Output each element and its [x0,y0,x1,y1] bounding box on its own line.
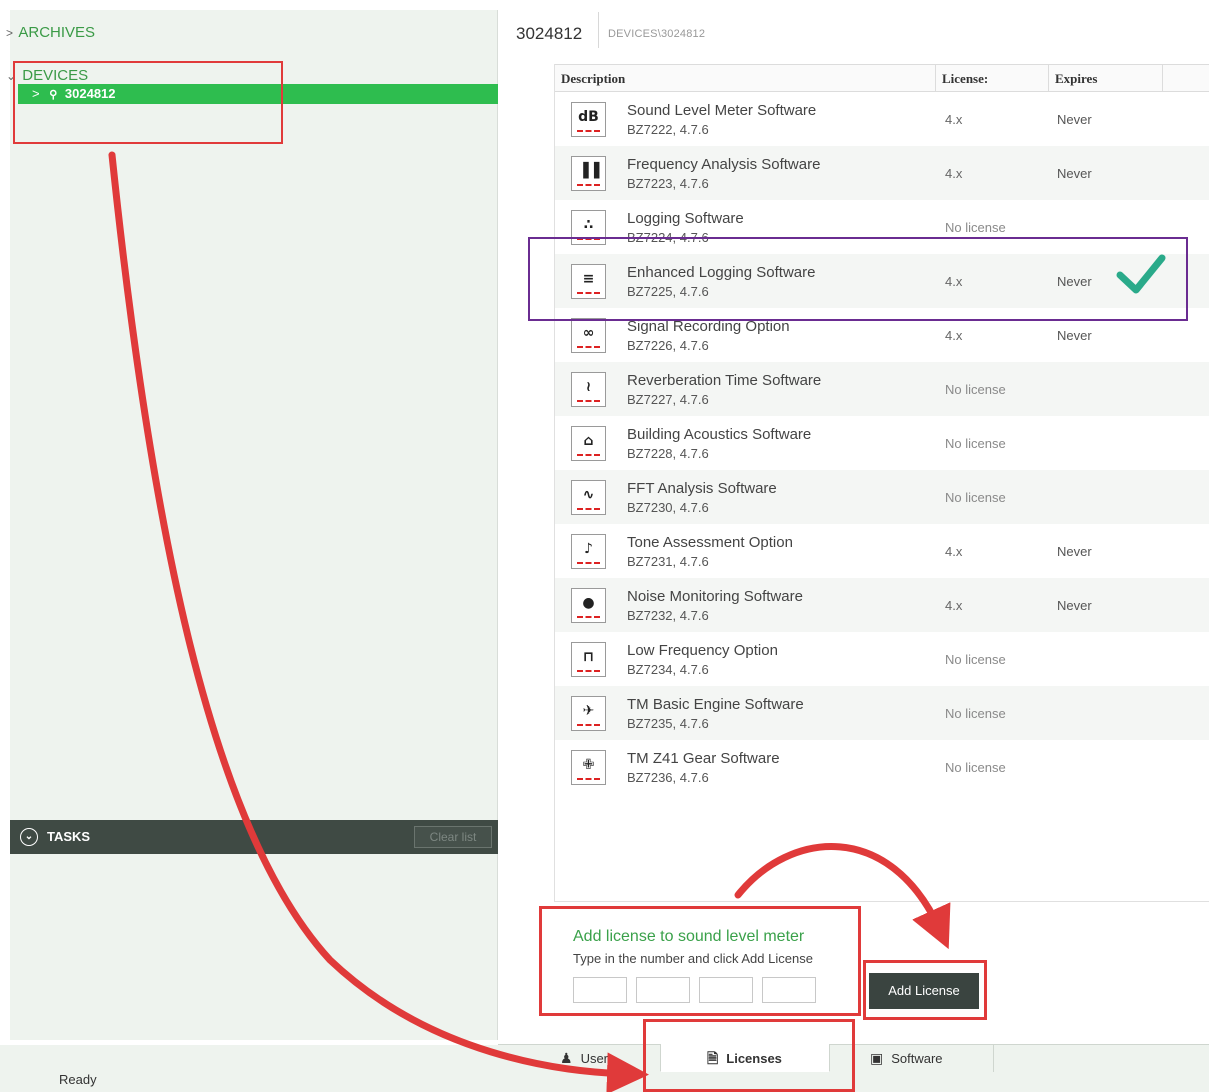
expand-tasks-icon[interactable]: ⌄ [20,828,38,846]
tasks-label: TASKS [47,829,91,844]
table-row[interactable]: ✙ TM Z41 Gear Software BZ7236, 4.7.6 No lic… [555,740,1209,794]
table-row[interactable]: ● Noise Monitoring Software BZ7232, 4.7.6 4… [555,578,1209,632]
annotation-box-add-license [539,906,861,1016]
row-code: BZ7230, 4.7.6 [627,500,709,515]
noise-monitor-icon: ● [571,588,606,623]
tape-recording-icon: ∞ [571,318,606,353]
row-name: Logging Software [627,210,744,227]
row-expires: Never [1057,598,1092,613]
table-row[interactable]: ≀ Reverberation Time Software BZ7227, 4.7.… [555,362,1209,416]
table-row[interactable]: ▐▐ Frequency Analysis Software BZ7223, 4.7… [555,146,1209,200]
tab-users-label: Users [580,1051,615,1066]
tab-software[interactable]: ▣ Software [834,1044,994,1072]
row-name: FFT Analysis Software [627,480,777,497]
clear-list-button[interactable]: Clear list [414,826,492,848]
tasks-bar: ⌄ TASKS Clear list [10,820,498,854]
row-code: BZ7232, 4.7.6 [627,608,709,623]
row-code: BZ7226, 4.7.6 [627,338,709,353]
row-expires: Never [1057,544,1092,559]
row-code: BZ7223, 4.7.6 [627,176,709,191]
row-code: BZ7222, 4.7.6 [627,122,709,137]
row-license: 4.x [945,112,963,127]
title-divider [598,12,599,48]
row-code: BZ7236, 4.7.6 [627,770,709,785]
annotation-box-devices [13,61,283,144]
tab-users[interactable]: ♟ Users [512,1044,662,1072]
row-license: No license [945,652,1006,667]
tab-software-label: Software [891,1051,943,1066]
row-expires: Never [1057,112,1092,127]
helicopter-icon: ✈ [571,696,606,731]
row-license: No license [945,382,1006,397]
navigation-panel [10,10,498,1040]
row-name: Low Frequency Option [627,642,778,659]
row-name: Sound Level Meter Software [627,102,817,119]
breadcrumb: DEVICES\3024812 [608,28,706,40]
row-license: 4.x [945,166,963,181]
table-body: dB Sound Level Meter Software BZ7222, 4.7.… [555,92,1209,794]
low-frequency-icon: ⊓ [571,642,606,677]
row-code: BZ7234, 4.7.6 [627,662,709,677]
table-row[interactable]: ⊓ Low Frequency Option BZ7234, 4.7.6 No lic… [555,632,1209,686]
column-header-license[interactable]: License: [936,65,1049,92]
frequency-bars-icon: ▐▐ [571,156,606,191]
row-code: BZ7227, 4.7.6 [627,392,709,407]
row-license: 4.x [945,544,963,559]
user-icon: ♟ [560,1050,573,1066]
row-license: No license [945,706,1006,721]
row-name: Reverberation Time Software [627,372,822,389]
annotation-box-licenses-tab [643,1019,855,1092]
row-name: TM Basic Engine Software [627,696,804,713]
row-license: No license [945,436,1006,451]
tree-item-archives-label: ARCHIVES [18,24,96,41]
music-note-icon: ♪ [571,534,606,569]
row-license: No license [945,220,1006,235]
row-expires: Never [1057,328,1092,343]
row-license: 4.x [945,328,963,343]
row-license: No license [945,490,1006,505]
row-license: 4.x [945,598,963,613]
row-license: No license [945,760,1006,775]
annotation-box-add-button [863,960,987,1020]
page-title: 3024812 [516,24,583,43]
row-name: Frequency Analysis Software [627,156,821,173]
column-header-expires[interactable]: Expires [1049,65,1163,92]
chevron-right-icon: > [6,26,14,40]
software-icon: ▣ [870,1050,884,1066]
row-code: BZ7231, 4.7.6 [627,554,709,569]
row-expires: Never [1057,166,1092,181]
table-row[interactable]: ⌂ Building Acoustics Software BZ7228, 4.7.… [555,416,1209,470]
column-header-description[interactable]: Description [555,65,936,92]
status-text: Ready [59,1072,97,1087]
annotation-box-enhanced-logging [528,237,1188,321]
table-row[interactable]: ♪ Tone Assessment Option BZ7231, 4.7.6 4.x N… [555,524,1209,578]
row-code: BZ7228, 4.7.6 [627,446,709,461]
license-table: Description License: Expires dB Sound Lev… [554,64,1209,902]
row-name: Tone Assessment Option [627,534,793,551]
helicopter-gear-icon: ✙ [571,750,606,785]
table-row[interactable]: ✈ TM Basic Engine Software BZ7235, 4.7.6 No… [555,686,1209,740]
table-row[interactable]: ∿ FFT Analysis Software BZ7230, 4.7.6 No li… [555,470,1209,524]
table-header: Description License: Expires [555,64,1209,92]
row-name: Building Acoustics Software [627,426,812,443]
row-name: TM Z41 Gear Software [627,750,780,767]
tree-item-archives[interactable]: > ARCHIVES [6,24,95,41]
reverberation-icon: ≀ [571,372,606,407]
db-icon: dB [571,102,606,137]
table-row[interactable]: dB Sound Level Meter Software BZ7222, 4.7.… [555,92,1209,146]
row-name: Noise Monitoring Software [627,588,803,605]
row-code: BZ7235, 4.7.6 [627,716,709,731]
house-icon: ⌂ [571,426,606,461]
fft-spectrum-icon: ∿ [571,480,606,515]
